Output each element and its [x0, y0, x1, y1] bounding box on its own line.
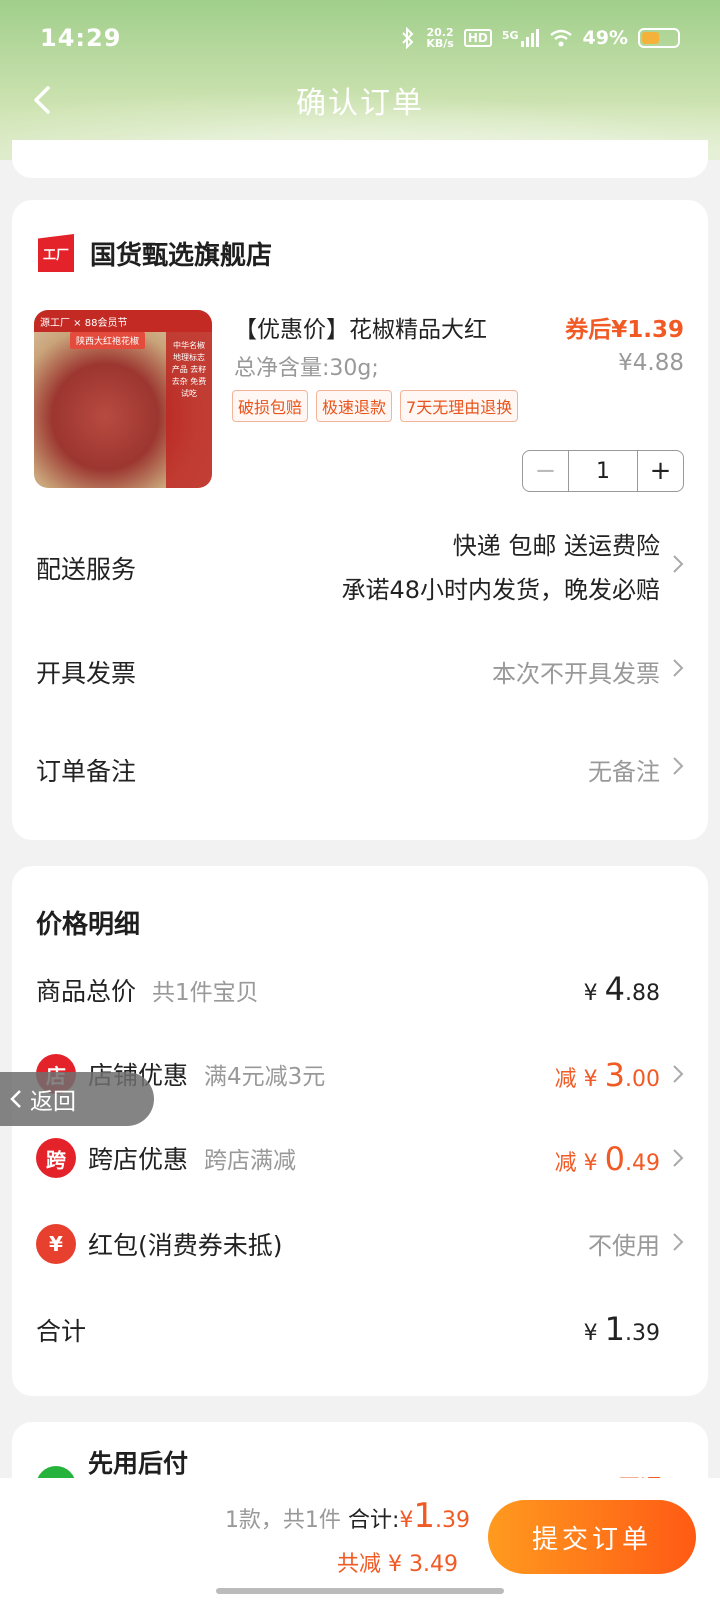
price-detail-title: 价格明细: [36, 910, 141, 940]
invoice-label: 开具发票: [36, 659, 137, 688]
product-image-banner: 源工厂 × 88会员节: [34, 310, 212, 332]
product-coupon-price: 券后¥1.39: [565, 317, 684, 343]
hd-icon: HD: [463, 29, 492, 47]
delivery-line-2: 承诺48小时内发货，晚发必赔: [341, 576, 660, 604]
product-image-label: 陕西大红袍花椒: [70, 332, 146, 349]
bottom-action-bar: 1款，共1件 合计:¥1.39 共减 ¥ 3.49 提交订单: [0, 1478, 720, 1600]
service-tag: 7天无理由退换: [400, 390, 519, 422]
product-image-side-text: 中华名椒 地理标志产品 去籽去杂 免费试吃: [166, 332, 212, 488]
service-tag: 破损包赔: [232, 390, 309, 422]
red-packet-icon: ¥: [36, 1224, 76, 1264]
shop-discount-sub: 满4元减3元: [204, 1064, 326, 1090]
decrease-button[interactable]: −: [523, 451, 569, 491]
product-spec[interactable]: 总净含量:30g;: [234, 350, 379, 382]
status-time: 14:29: [40, 24, 122, 52]
cross-discount-sub: 跨店满减: [204, 1148, 297, 1174]
back-arrow-icon[interactable]: [24, 80, 64, 120]
network-speed: 20.2 KB/s: [426, 26, 454, 50]
pay-later-title: 先用后付: [88, 1449, 189, 1478]
bluetooth-icon: [402, 27, 414, 49]
quantity-stepper: − 1 +: [522, 450, 684, 492]
status-bar: 14:29 20.2 KB/s HD 5G 49%: [40, 18, 680, 58]
cross-discount-amount: 减 ¥ 0.49: [554, 1140, 660, 1178]
price-detail-card: 价格明细 商品总价 共1件宝贝 ¥ 4.88 店 店铺优惠 满4元减3元 减 ¥…: [12, 866, 708, 1396]
shop-order-card: 工厂 国货甄选旗舰店 源工厂 × 88会员节 陕西大红袍花椒 中华名椒 地理标志…: [12, 200, 708, 840]
chevron-right-icon: [673, 1065, 684, 1083]
item-count: 1款，共1件: [224, 1508, 341, 1533]
remark-value: 无备注: [588, 758, 660, 786]
goods-total-label: 商品总价: [36, 977, 137, 1006]
chevron-right-icon: [673, 1233, 684, 1251]
shop-logo-icon: 工厂: [38, 234, 74, 272]
service-tag: 极速退款: [316, 390, 393, 422]
price-sum-amount: ¥ 1.39: [583, 1310, 660, 1348]
chevron-left-icon: [10, 1090, 21, 1108]
chevron-right-icon: [673, 555, 684, 573]
chevron-right-icon: [673, 757, 684, 775]
delivery-line-1: 快递 包邮 送运费险: [452, 532, 660, 560]
status-icons: 20.2 KB/s HD 5G 49%: [400, 27, 680, 49]
product-original-price: ¥4.88: [618, 350, 684, 376]
wifi-icon: [549, 29, 572, 47]
service-tags: 破损包赔 极速退款 7天无理由退换: [232, 390, 519, 422]
address-card-partial[interactable]: [12, 140, 708, 178]
goods-total-amount: ¥ 4.88: [583, 970, 660, 1008]
goods-total-sub: 共1件宝贝: [152, 980, 259, 1006]
battery-icon: [638, 28, 680, 48]
red-packet-value: 不使用: [588, 1232, 660, 1260]
shop-name: 国货甄选旗舰店: [90, 240, 273, 271]
shop-discount-amount: 减 ¥ 3.00: [554, 1056, 660, 1094]
nav-bar: 确认订单: [0, 70, 720, 130]
remark-label: 订单备注: [36, 757, 137, 786]
home-indicator[interactable]: [216, 1588, 504, 1594]
page-title: 确认订单: [296, 86, 424, 121]
price-sum-label: 合计: [36, 1317, 87, 1346]
cross-store-icon: 跨: [36, 1138, 76, 1178]
increase-button[interactable]: +: [637, 451, 683, 491]
signal-icon: 5G: [502, 29, 539, 47]
delivery-label: 配送服务: [36, 555, 137, 584]
floating-back-button[interactable]: 返回: [0, 1072, 154, 1126]
bottom-summary: 1款，共1件 合计:¥1.39: [225, 1496, 470, 1536]
battery-percent: 49%: [582, 27, 628, 49]
product-image[interactable]: 源工厂 × 88会员节 陕西大红袍花椒 中华名椒 地理标志产品 去籽去杂 免费试…: [34, 310, 212, 488]
battery-fill: [642, 32, 659, 44]
floating-back-label: 返回: [30, 1089, 76, 1115]
submit-order-button[interactable]: 提交订单: [488, 1500, 696, 1574]
chevron-right-icon: [673, 1149, 684, 1167]
quantity-value[interactable]: 1: [569, 451, 637, 491]
product-title[interactable]: 【优惠价】花椒精品大红: [234, 310, 487, 344]
total-saving: 共减 ¥ 3.49: [337, 1552, 458, 1577]
total-amount: ¥1.39: [399, 1496, 470, 1536]
invoice-value: 本次不开具发票: [492, 660, 660, 688]
chevron-right-icon: [673, 659, 684, 677]
red-packet-label: 红包(消费券未抵): [88, 1231, 283, 1260]
total-label: 合计:: [347, 1508, 400, 1533]
shop-header[interactable]: 工厂 国货甄选旗舰店: [38, 234, 272, 272]
cross-discount-label: 跨店优惠: [88, 1145, 189, 1174]
